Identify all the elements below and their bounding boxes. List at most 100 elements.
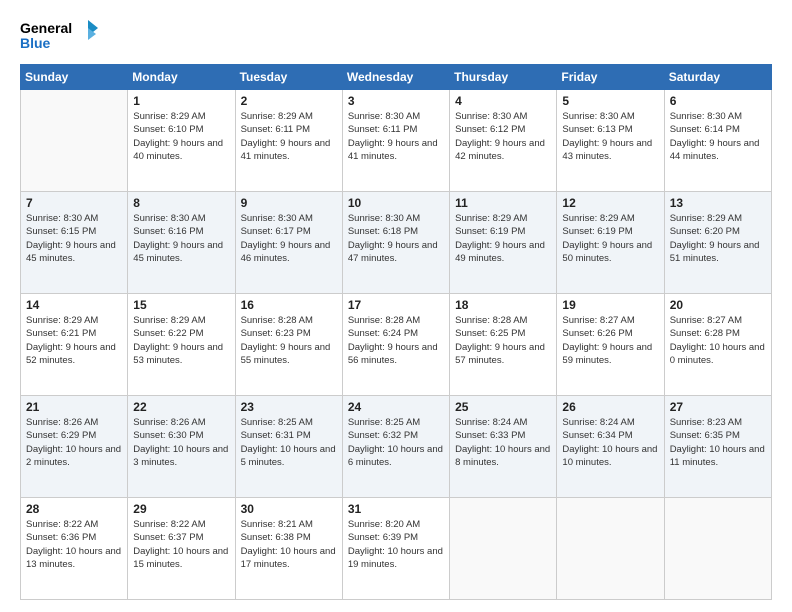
day-number: 12 — [562, 196, 658, 210]
day-info: Sunrise: 8:30 AMSunset: 6:13 PMDaylight:… — [562, 110, 658, 163]
sunset-text: Sunset: 6:19 PM — [455, 225, 551, 238]
sunrise-text: Sunrise: 8:26 AM — [133, 416, 229, 429]
day-number: 28 — [26, 502, 122, 516]
day-number: 30 — [241, 502, 337, 516]
sunrise-text: Sunrise: 8:29 AM — [670, 212, 766, 225]
daylight-text: Daylight: 10 hours and 5 minutes. — [241, 443, 337, 470]
header: General Blue — [20, 18, 772, 54]
col-header-friday: Friday — [557, 65, 664, 90]
daylight-text: Daylight: 10 hours and 3 minutes. — [133, 443, 229, 470]
svg-text:Blue: Blue — [20, 35, 51, 51]
day-number: 3 — [348, 94, 444, 108]
daylight-text: Daylight: 9 hours and 46 minutes. — [241, 239, 337, 266]
day-info: Sunrise: 8:29 AMSunset: 6:19 PMDaylight:… — [455, 212, 551, 265]
generalblue-logo-icon: General Blue — [20, 18, 100, 54]
col-header-tuesday: Tuesday — [235, 65, 342, 90]
sunrise-text: Sunrise: 8:30 AM — [670, 110, 766, 123]
day-info: Sunrise: 8:29 AMSunset: 6:19 PMDaylight:… — [562, 212, 658, 265]
calendar-day-31: 31 Sunrise: 8:20 AMSunset: 6:39 PMDayligh… — [342, 498, 449, 600]
calendar-day-14: 14Sunrise: 8:29 AMSunset: 6:21 PMDayligh… — [21, 294, 128, 396]
calendar-day-2: 2Sunrise: 8:29 AMSunset: 6:11 PMDaylight… — [235, 90, 342, 192]
calendar-day-10: 10Sunrise: 8:30 AMSunset: 6:18 PMDayligh… — [342, 192, 449, 294]
day-info: Sunrise: 8:23 AMSunset: 6:35 PMDaylight:… — [670, 416, 766, 469]
day-number: 26 — [562, 400, 658, 414]
daylight-text: Daylight: 9 hours and 52 minutes. — [26, 341, 122, 368]
page: General Blue SundayMondayTuesdayWednesda… — [0, 0, 792, 612]
day-info: Sunrise: 8:30 AMSunset: 6:15 PMDaylight:… — [26, 212, 122, 265]
sunrise-text: Sunrise: 8:30 AM — [26, 212, 122, 225]
sunset-text: Sunset: 6:16 PM — [133, 225, 229, 238]
sunset-text: Sunset: 6:12 PM — [455, 123, 551, 136]
sunset-text: Sunset: 6:37 PM — [133, 531, 229, 544]
calendar-day-20: 20Sunrise: 8:27 AMSunset: 6:28 PMDayligh… — [664, 294, 771, 396]
sunset-text: Sunset: 6:30 PM — [133, 429, 229, 442]
day-number: 31 — [348, 502, 444, 516]
calendar-day-17: 17Sunrise: 8:28 AMSunset: 6:24 PMDayligh… — [342, 294, 449, 396]
daylight-text: Daylight: 9 hours and 50 minutes. — [562, 239, 658, 266]
daylight-text: Daylight: 9 hours and 57 minutes. — [455, 341, 551, 368]
sunset-text: Sunset: 6:26 PM — [562, 327, 658, 340]
sunset-text: Sunset: 6:31 PM — [241, 429, 337, 442]
day-info: Sunrise: 8:30 AMSunset: 6:17 PMDaylight:… — [241, 212, 337, 265]
daylight-text: Daylight: 9 hours and 45 minutes. — [26, 239, 122, 266]
day-info: Sunrise: 8:20 AMSunset: 6:39 PMDaylight:… — [348, 518, 444, 571]
day-info: Sunrise: 8:27 AMSunset: 6:28 PMDaylight:… — [670, 314, 766, 367]
day-number: 19 — [562, 298, 658, 312]
col-header-thursday: Thursday — [450, 65, 557, 90]
calendar-day-27: 27Sunrise: 8:23 AMSunset: 6:35 PMDayligh… — [664, 396, 771, 498]
daylight-text: Daylight: 9 hours and 41 minutes. — [348, 137, 444, 164]
sunset-text: Sunset: 6:19 PM — [562, 225, 658, 238]
sunrise-text: Sunrise: 8:24 AM — [455, 416, 551, 429]
day-number: 21 — [26, 400, 122, 414]
daylight-text: Daylight: 9 hours and 41 minutes. — [241, 137, 337, 164]
sunrise-text: Sunrise: 8:30 AM — [348, 212, 444, 225]
day-info: Sunrise: 8:28 AMSunset: 6:24 PMDaylight:… — [348, 314, 444, 367]
sunset-text: Sunset: 6:24 PM — [348, 327, 444, 340]
calendar-day-9: 9Sunrise: 8:30 AMSunset: 6:17 PMDaylight… — [235, 192, 342, 294]
calendar-day-21: 21Sunrise: 8:26 AMSunset: 6:29 PMDayligh… — [21, 396, 128, 498]
sunrise-text: Sunrise: 8:27 AM — [670, 314, 766, 327]
day-number: 11 — [455, 196, 551, 210]
calendar-day-26: 26Sunrise: 8:24 AMSunset: 6:34 PMDayligh… — [557, 396, 664, 498]
day-number: 29 — [133, 502, 229, 516]
daylight-text: Daylight: 10 hours and 11 minutes. — [670, 443, 766, 470]
day-number: 23 — [241, 400, 337, 414]
day-number: 1 — [133, 94, 229, 108]
day-info: Sunrise: 8:24 AMSunset: 6:33 PMDaylight:… — [455, 416, 551, 469]
col-header-wednesday: Wednesday — [342, 65, 449, 90]
sunset-text: Sunset: 6:38 PM — [241, 531, 337, 544]
day-info: Sunrise: 8:22 AMSunset: 6:37 PMDaylight:… — [133, 518, 229, 571]
logo: General Blue — [20, 18, 100, 54]
daylight-text: Daylight: 10 hours and 2 minutes. — [26, 443, 122, 470]
day-info: Sunrise: 8:28 AMSunset: 6:23 PMDaylight:… — [241, 314, 337, 367]
calendar-day-5: 5 Sunrise: 8:30 AMSunset: 6:13 PMDaylight… — [557, 90, 664, 192]
day-number: 15 — [133, 298, 229, 312]
day-info: Sunrise: 8:25 AMSunset: 6:31 PMDaylight:… — [241, 416, 337, 469]
day-info: Sunrise: 8:21 AMSunset: 6:38 PMDaylight:… — [241, 518, 337, 571]
sunset-text: Sunset: 6:28 PM — [670, 327, 766, 340]
day-number: 4 — [455, 94, 551, 108]
calendar-day-18: 18Sunrise: 8:28 AMSunset: 6:25 PMDayligh… — [450, 294, 557, 396]
sunset-text: Sunset: 6:10 PM — [133, 123, 229, 136]
sunset-text: Sunset: 6:23 PM — [241, 327, 337, 340]
day-number: 10 — [348, 196, 444, 210]
sunset-text: Sunset: 6:25 PM — [455, 327, 551, 340]
calendar-day-15: 15Sunrise: 8:29 AMSunset: 6:22 PMDayligh… — [128, 294, 235, 396]
sunset-text: Sunset: 6:11 PM — [241, 123, 337, 136]
daylight-text: Daylight: 9 hours and 42 minutes. — [455, 137, 551, 164]
calendar-day-28: 28Sunrise: 8:22 AMSunset: 6:36 PMDayligh… — [21, 498, 128, 600]
calendar-day-30: 30 Sunrise: 8:21 AMSunset: 6:38 PMDayligh… — [235, 498, 342, 600]
day-number: 24 — [348, 400, 444, 414]
sunset-text: Sunset: 6:32 PM — [348, 429, 444, 442]
calendar-week-row: 28Sunrise: 8:22 AMSunset: 6:36 PMDayligh… — [21, 498, 772, 600]
day-number: 5 — [562, 94, 658, 108]
sunset-text: Sunset: 6:33 PM — [455, 429, 551, 442]
svg-text:General: General — [20, 20, 72, 36]
calendar-day-29: 29 Sunrise: 8:22 AMSunset: 6:37 PMDayligh… — [128, 498, 235, 600]
sunrise-text: Sunrise: 8:20 AM — [348, 518, 444, 531]
daylight-text: Daylight: 9 hours and 53 minutes. — [133, 341, 229, 368]
daylight-text: Daylight: 10 hours and 19 minutes. — [348, 545, 444, 572]
sunrise-text: Sunrise: 8:28 AM — [348, 314, 444, 327]
sunset-text: Sunset: 6:11 PM — [348, 123, 444, 136]
calendar-day-22: 22Sunrise: 8:26 AMSunset: 6:30 PMDayligh… — [128, 396, 235, 498]
